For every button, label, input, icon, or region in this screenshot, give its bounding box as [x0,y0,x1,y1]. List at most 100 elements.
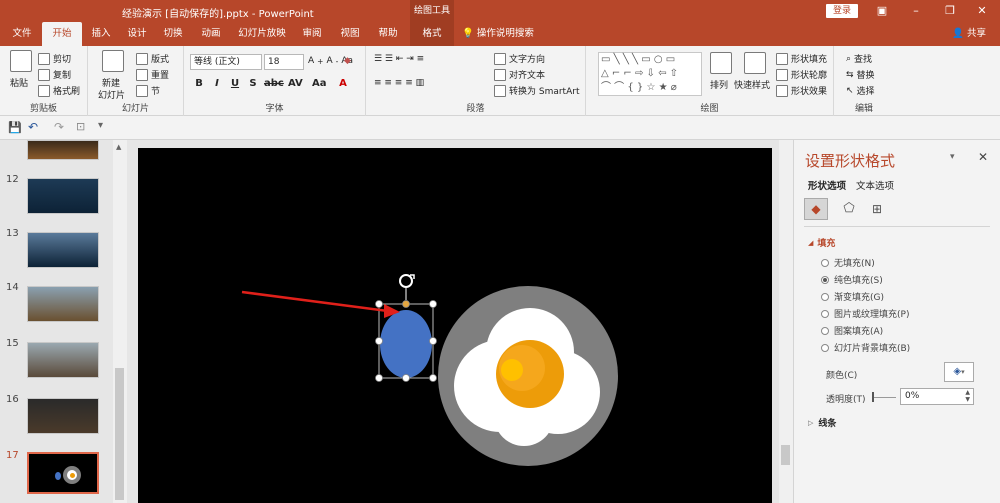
clear-format-icon[interactable]: ◆ [344,56,351,66]
text-direction-button[interactable]: 文字方向 [494,52,545,65]
paste-icon[interactable] [10,50,32,72]
cut-button[interactable]: 剪切 [38,52,71,65]
transparency-slider-thumb[interactable] [872,392,874,402]
selected-ellipse-shape[interactable] [380,310,432,378]
bold-icon[interactable]: B [192,78,206,89]
fill-section-header[interactable]: ◢ 填充 [808,236,835,250]
fill-option-picture[interactable]: 图片或纹理填充(P) [821,307,909,320]
paste-button[interactable]: 粘贴 [10,76,28,89]
underline-icon[interactable]: U [228,78,242,89]
tab-shape-options[interactable]: 形状选项 [808,178,846,192]
shapes-gallery[interactable]: ▭ ╲ ╲ ╲ ▭ ○ ▭ △ ⌐ ⌐ ⇨ ⇩ ⇦ ⇧ ⌒ ⌒ { } ☆ ★ ⌀ [598,52,702,96]
tab-design[interactable]: 设计 [120,22,154,46]
font-color-icon[interactable]: A [336,78,350,89]
smartart-button[interactable]: 转换为 SmartArt [494,84,579,97]
shape-outline-button[interactable]: 形状轮廓 [776,68,827,81]
italic-icon[interactable]: I [210,78,224,89]
share-button[interactable]: 👤 共享 [952,22,986,46]
canvas-scroll-thumb[interactable] [781,445,790,465]
shape-effects-label: 形状效果 [791,87,828,97]
fill-option-pattern[interactable]: 图案填充(A) [821,324,883,337]
shape-fill-button[interactable]: 形状填充 [776,52,827,65]
line-section-header[interactable]: ▷ 线条 [808,416,836,430]
color-picker-button[interactable]: ◈▾ [944,362,974,382]
select-button[interactable]: ↖ 选择 [846,84,875,98]
redo-icon[interactable]: ↷ [54,120,64,134]
customize-qat-icon[interactable]: ▾ [98,120,103,131]
align-icons[interactable]: ≡ ≡ ≡ ≡ ▥ [374,78,424,88]
ribbon-display-icon[interactable]: ▣ [874,3,890,19]
arrange-icon[interactable] [710,52,732,74]
tab-home[interactable]: 开始 [42,22,82,46]
window-title: 经验演示 [自动保存的].pptx - PowerPoint [122,9,314,20]
scroll-up-icon[interactable]: ▲ [116,143,121,151]
fill-option-solid[interactable]: 纯色填充(S) [821,273,883,286]
tab-text-options[interactable]: 文本选项 [856,178,894,192]
shape-effects-button[interactable]: 形状效果 [776,84,827,97]
close-pane-icon[interactable]: ✕ [978,150,988,164]
new-slide-icon[interactable] [102,50,124,72]
new-slide-line2[interactable]: 幻灯片 [98,88,125,101]
format-painter-button[interactable]: 格式刷 [38,84,80,97]
fill-option-none[interactable]: 无填充(N) [821,256,875,269]
size-properties-icon[interactable]: ⊞ [866,198,888,220]
slide-canvas[interactable] [138,148,772,503]
tab-help[interactable]: 帮助 [370,22,406,46]
tab-review[interactable]: 审阅 [294,22,330,46]
slide-thumbnail-12[interactable] [27,178,99,214]
fill-line-icon[interactable]: ◆ [804,198,828,220]
restore-icon[interactable]: ❐ [942,3,958,19]
section-button[interactable]: 节 [136,84,160,97]
tab-transitions[interactable]: 切换 [156,22,190,46]
fill-option-gradient[interactable]: 渐变填充(G) [821,290,884,303]
tell-me-search[interactable]: 💡 操作说明搜索 [462,22,534,46]
strikethrough-icon[interactable]: abc [264,78,284,89]
reset-button[interactable]: 重置 [136,68,169,81]
spinner-icon[interactable]: ▲ ▼ [965,389,970,403]
tab-slideshow[interactable]: 幻灯片放映 [232,22,292,46]
canvas-scrollbar[interactable] [779,140,793,503]
login-button[interactable]: 登录 [826,4,858,18]
slide-thumbnail-16[interactable] [27,398,99,434]
slide-thumbnail-15[interactable] [27,342,99,378]
slide-thumbnail-13[interactable] [27,232,99,268]
transparency-slider[interactable] [874,397,896,398]
save-icon[interactable]: 💾 [8,121,22,134]
pane-options-chevron-icon[interactable]: ▾ [950,152,955,162]
transparency-input[interactable]: 0% ▲ ▼ [900,388,974,405]
effects-pentagon-icon[interactable]: ⬠ [838,198,860,220]
tab-insert[interactable]: 插入 [84,22,118,46]
font-size-combo[interactable]: 18 [264,54,304,70]
change-case-icon[interactable]: Aa [312,78,327,89]
align-text-button[interactable]: 对齐文本 [494,68,545,81]
replace-button[interactable]: ⇆ 替换 [846,68,875,82]
arrange-button[interactable]: 排列 [710,78,728,91]
slide-thumbnail-11[interactable] [27,140,99,160]
thumbnails-scroll-thumb[interactable] [115,368,124,500]
spacing-icon[interactable]: AV [288,78,303,89]
start-slideshow-icon[interactable]: ⊡ [76,120,85,133]
minimize-icon[interactable]: – [908,3,924,19]
tab-file[interactable]: 文件 [6,22,38,46]
close-window-icon[interactable]: ✕ [974,3,990,19]
slide-thumbnail-17[interactable] [27,452,99,494]
undo-icon[interactable]: ↶ [28,120,38,134]
rotate-handle-icon[interactable] [399,274,415,300]
shadow-icon[interactable]: S [246,78,260,89]
layout-button[interactable]: 版式 [136,52,169,65]
tab-view[interactable]: 视图 [332,22,368,46]
find-button[interactable]: ⌕ 查找 [846,52,872,66]
quick-styles-icon[interactable] [744,52,766,74]
copy-button[interactable]: 复制 [38,68,71,81]
slide-thumbnail-14[interactable] [27,286,99,322]
bullets-icon[interactable]: ☰ ☰ ⇤ ⇥ ≡ [374,54,424,64]
quick-styles-button[interactable]: 快速样式 [734,78,770,91]
fill-option-slide-bg[interactable]: 幻灯片背景填充(B) [821,341,910,354]
thumbnails-scrollbar[interactable]: ▲ [113,140,127,503]
font-group-label: 字体 [265,104,284,114]
pane-divider [804,226,990,227]
radio-icon [821,292,829,301]
tab-animations[interactable]: 动画 [192,22,230,46]
tab-format[interactable]: 格式 [410,22,454,46]
font-name-combo[interactable]: 等线 (正文) [190,54,262,70]
